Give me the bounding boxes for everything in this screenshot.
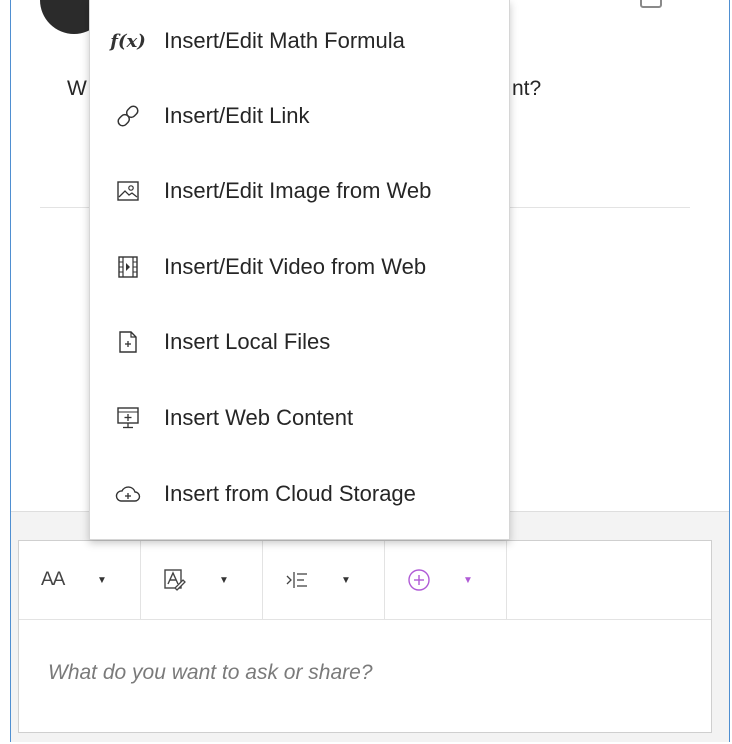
video-icon <box>110 255 146 279</box>
options-icon[interactable] <box>640 0 662 8</box>
insert-content-button[interactable]: ▼ <box>385 541 507 619</box>
menu-item-link[interactable]: Insert/Edit Link <box>90 86 509 146</box>
rich-text-editor: AA ▼ ▼ ▼ ▼ What do you want to ask or sh… <box>18 540 712 733</box>
local-file-icon <box>110 330 146 354</box>
formatting-button[interactable]: ▼ <box>141 541 263 619</box>
paragraph-button[interactable]: ▼ <box>263 541 385 619</box>
image-icon <box>110 180 146 202</box>
menu-item-math-formula[interactable]: f(x) Insert/Edit Math Formula <box>90 11 509 71</box>
insert-menu: f(x) Insert/Edit Math Formula Insert/Edi… <box>89 0 510 540</box>
menu-item-web-content[interactable]: Insert Web Content <box>90 388 509 448</box>
indent-icon <box>285 569 325 591</box>
menu-item-local-files[interactable]: Insert Local Files <box>90 312 509 372</box>
text-style-button[interactable]: AA ▼ <box>19 541 141 619</box>
web-content-icon <box>110 406 146 430</box>
chevron-down-icon: ▼ <box>463 574 473 586</box>
chevron-down-icon: ▼ <box>97 574 107 586</box>
menu-item-image[interactable]: Insert/Edit Image from Web <box>90 161 509 221</box>
text-size-icon: AA <box>41 569 65 590</box>
link-icon <box>110 103 146 129</box>
chevron-down-icon: ▼ <box>219 574 229 586</box>
post-question-start: W <box>67 77 87 100</box>
format-icon <box>163 568 203 592</box>
menu-item-video[interactable]: Insert/Edit Video from Web <box>90 237 509 297</box>
post-question-end: nt? <box>512 77 542 100</box>
plus-circle-icon <box>407 568 447 592</box>
editor-input[interactable]: What do you want to ask or share? <box>48 661 373 685</box>
chevron-down-icon: ▼ <box>341 574 351 586</box>
menu-item-cloud-storage[interactable]: Insert from Cloud Storage <box>90 464 509 524</box>
editor-toolbar: AA ▼ ▼ ▼ ▼ <box>19 541 711 620</box>
cloud-storage-icon <box>110 483 146 505</box>
math-formula-icon: f(x) <box>110 30 146 52</box>
